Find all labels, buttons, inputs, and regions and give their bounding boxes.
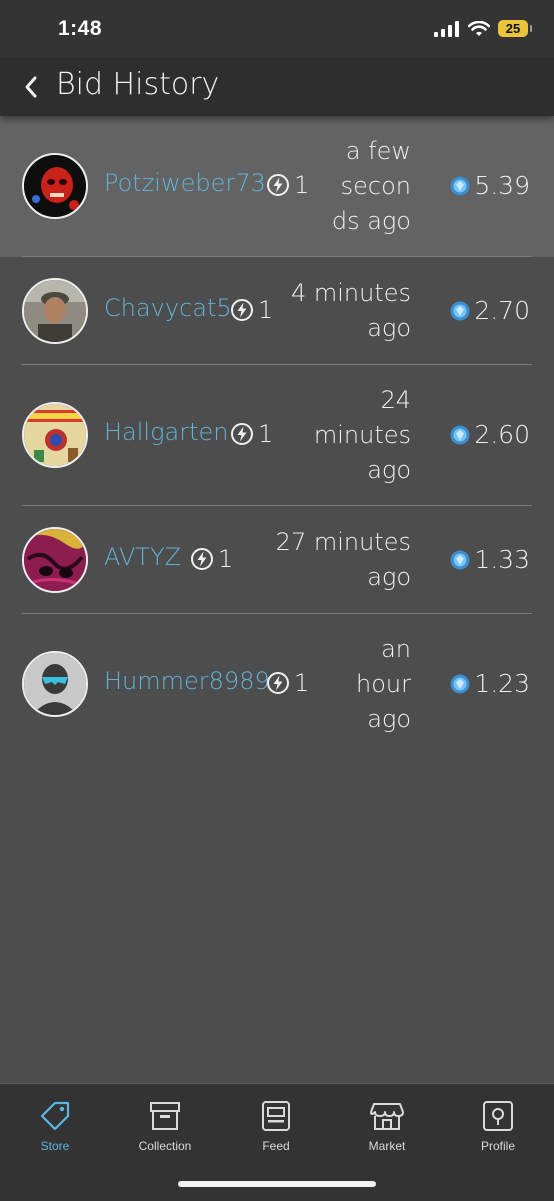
bidder-username[interactable]: Potziweber73 [104, 169, 266, 197]
tab-collection[interactable]: Collection [110, 1098, 220, 1153]
tab-label: Market [368, 1139, 406, 1153]
tab-store[interactable]: Store [0, 1098, 110, 1153]
bid-time: 27 minutes ago [275, 528, 411, 591]
wifi-icon [468, 20, 490, 36]
bid-price: 1.23 [449, 669, 530, 698]
man-in-cap-avatar-image [24, 280, 86, 342]
storefront-icon [369, 1098, 405, 1134]
blue-gem-icon [450, 176, 470, 195]
blue-gem-icon [450, 425, 470, 444]
bid-time: 24 minutes ago [313, 386, 411, 484]
status-icons: 25 [434, 20, 532, 37]
feed-card-icon [258, 1098, 294, 1134]
bid-price: 2.60 [449, 420, 530, 449]
bid-price: 1.33 [449, 545, 530, 574]
price-value: 1.33 [474, 545, 530, 574]
bid-time: a few secon ds ago [331, 137, 411, 235]
blue-gem-icon [450, 301, 470, 320]
bolt-count: 1 [294, 669, 310, 697]
bolt-count: 1 [294, 171, 310, 199]
bottom-tab-bar: Store Collection Feed Market Profile [0, 1083, 554, 1201]
bolt-badge: 1 [266, 669, 309, 697]
bolt-count: 1 [218, 545, 234, 573]
bidder-username[interactable]: Chavycat5 [104, 294, 232, 322]
status-time: 1:48 [58, 17, 103, 40]
bid-row[interactable]: AVTYZ 1 27 minutes ago 1.33 [0, 506, 554, 614]
bolt-badge: 1 [230, 420, 273, 448]
bolt-badge: 1 [190, 545, 233, 573]
bidder-username[interactable]: Hummer8989 [104, 667, 270, 695]
chevron-left-icon [25, 76, 37, 98]
bid-row[interactable]: Hallgarten 1 24 minutes ago 2.60 [0, 365, 554, 506]
avatar[interactable] [22, 527, 88, 593]
status-bar: 1:48 25 [0, 0, 554, 58]
tab-profile[interactable]: Profile [443, 1098, 553, 1153]
bolt-badge: 1 [230, 296, 273, 324]
tag-icon [37, 1098, 73, 1134]
price-value: 2.60 [474, 420, 530, 449]
tab-market[interactable]: Market [332, 1098, 442, 1153]
lightning-bolt-icon [231, 299, 253, 321]
bolt-count: 1 [258, 296, 274, 324]
back-button[interactable] [16, 72, 46, 102]
lightning-bolt-icon [231, 423, 253, 445]
bolt-count: 1 [258, 420, 274, 448]
tab-label: Feed [262, 1139, 290, 1153]
signal-icon [434, 20, 459, 37]
comic-cover-avatar-image [24, 404, 86, 466]
avatar[interactable] [22, 651, 88, 717]
price-value: 1.23 [474, 669, 530, 698]
abstract-magenta-avatar-image [24, 529, 86, 591]
blue-gem-icon [450, 550, 470, 569]
nav-header: Bid History [0, 58, 554, 116]
blue-gem-icon [450, 674, 470, 693]
bid-time: 4 minutes ago [290, 279, 411, 342]
bid-time: an hour ago [356, 635, 411, 733]
price-value: 5.39 [474, 171, 530, 200]
page-title: Bid History [56, 67, 220, 102]
bidder-username[interactable]: Hallgarten [104, 418, 228, 446]
profile-pin-icon [480, 1098, 516, 1134]
bid-price: 2.70 [449, 296, 530, 325]
avatar[interactable] [22, 402, 88, 468]
avatar[interactable] [22, 278, 88, 344]
lightning-bolt-icon [267, 174, 289, 196]
bid-list: Potziweber73 1 a few secon ds ago 5.39 C… [0, 116, 554, 755]
lightning-bolt-icon [191, 548, 213, 570]
tab-label: Store [40, 1139, 70, 1153]
bid-row[interactable]: Hummer8989 1 an hour ago 1.23 [0, 614, 554, 755]
price-value: 2.70 [474, 296, 530, 325]
lightning-bolt-icon [267, 672, 289, 694]
default-masked-avatar-image [24, 653, 86, 715]
tab-label: Collection [138, 1139, 192, 1153]
bidder-username[interactable]: AVTYZ [104, 543, 181, 571]
bid-price: 5.39 [449, 171, 530, 200]
avatar[interactable] [22, 153, 88, 219]
bid-row[interactable]: Potziweber73 1 a few secon ds ago 5.39 [0, 116, 554, 257]
tab-feed[interactable]: Feed [221, 1098, 331, 1153]
bolt-badge: 1 [266, 171, 309, 199]
tab-label: Profile [480, 1139, 515, 1153]
home-indicator[interactable] [178, 1181, 376, 1187]
archive-box-icon [147, 1098, 183, 1134]
red-skull-avatar-image [24, 155, 86, 217]
battery-icon: 25 [498, 20, 532, 37]
bid-row[interactable]: Chavycat5 1 4 minutes ago 2.70 [0, 257, 554, 365]
